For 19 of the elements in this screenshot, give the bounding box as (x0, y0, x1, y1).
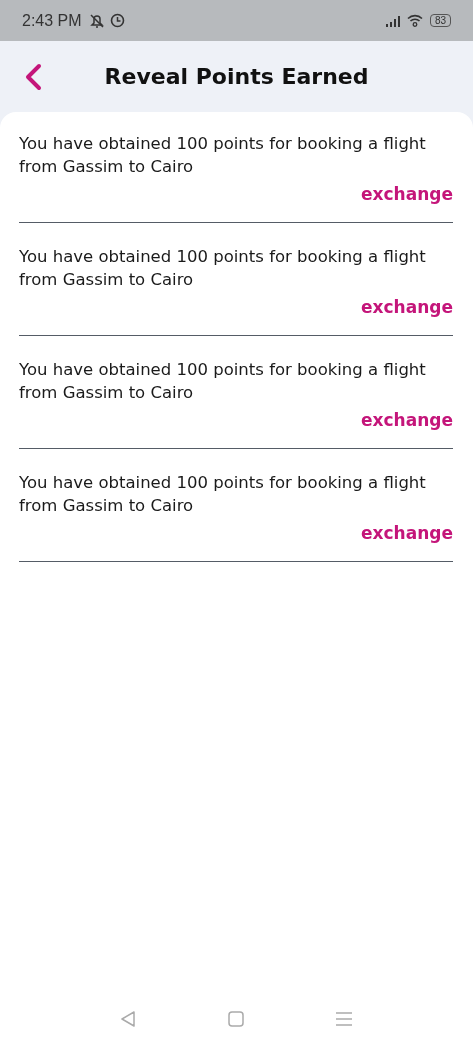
wifi-icon (406, 14, 423, 27)
home-nav-icon[interactable] (227, 1011, 244, 1027)
exchange-link[interactable]: exchange (361, 184, 453, 204)
exchange-link[interactable]: exchange (361, 523, 453, 543)
exchange-link[interactable]: exchange (361, 297, 453, 317)
battery-level: 83 (429, 14, 451, 27)
signal-icon (384, 14, 403, 27)
muted-bell-icon (87, 12, 106, 29)
status-time: 2:43 PM (22, 11, 82, 30)
points-message: You have obtained 100 points for booking a flight from Gassim to Cairo (19, 133, 427, 178)
points-message: You have obtained 100 points for booking a flight from Gassim to Cairo (19, 246, 427, 291)
points-message: You have obtained 100 points for booking a flight from Gassim to Cairo (19, 472, 427, 517)
alarm-clock-icon (109, 13, 125, 28)
exchange-link[interactable]: exchange (361, 410, 453, 430)
menu-nav-icon[interactable] (335, 1011, 353, 1027)
points-message: You have obtained 100 points for booking a flight from Gassim to Cairo (19, 359, 427, 404)
back-nav-icon[interactable] (120, 1010, 136, 1028)
page-title: Reveal Points Earned (104, 64, 369, 89)
back-button[interactable] (24, 62, 42, 91)
